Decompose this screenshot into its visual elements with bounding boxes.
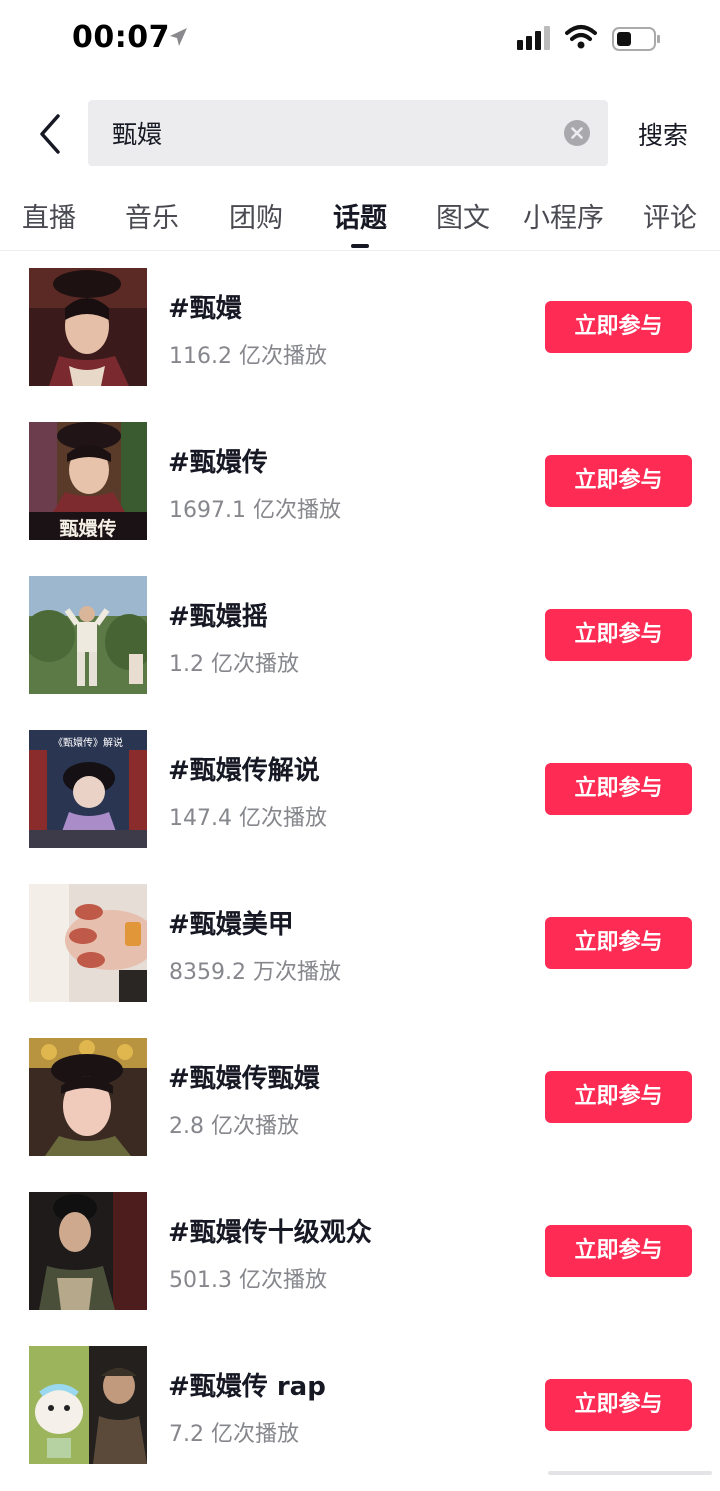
join-button[interactable]: 立即参与 [545,1071,692,1123]
category-tabs: 直播 音乐 团购 话题 图文 小程序 评论 [0,192,720,251]
topic-row[interactable]: #甄嬛 116.2 亿次播放 立即参与 [0,268,720,388]
topic-name: #甄嬛传解说 [168,756,320,786]
search-input[interactable]: 甄嬛 [88,100,608,166]
tab-mini-program[interactable]: 小程序 [523,196,604,235]
topic-name: #甄嬛传 [168,448,268,478]
battery-icon [612,27,660,51]
join-button[interactable]: 立即参与 [545,917,692,969]
topic-thumbnail [29,268,147,386]
topic-row[interactable]: 甄嬛传 #甄嬛传 1697.1 亿次播放 立即参与 [0,422,720,542]
topic-play-count: 501.3 亿次播放 [169,1268,327,1293]
topic-thumbnail: 甄嬛传 [29,422,147,540]
topic-play-count: 1.2 亿次播放 [169,652,299,677]
topic-thumbnail [29,1038,147,1156]
topic-name: #甄嬛传十级观众 [168,1218,372,1248]
topic-row[interactable]: #甄嬛传甄嬛 2.8 亿次播放 立即参与 [0,1038,720,1158]
topic-thumbnail [29,1192,147,1310]
topic-thumbnail [29,1346,147,1464]
topic-play-count: 116.2 亿次播放 [169,344,327,369]
topic-name: #甄嬛传甄嬛 [168,1064,320,1094]
active-tab-indicator [351,244,369,248]
thumbnail-caption: 《甄嬛传》解说 [53,738,123,749]
topic-row[interactable]: #甄嬛摇 1.2 亿次播放 立即参与 [0,576,720,696]
search-button[interactable]: 搜索 [638,116,688,152]
topic-row[interactable]: #甄嬛传十级观众 501.3 亿次播放 立即参与 [0,1192,720,1312]
topic-thumbnail [29,884,147,1002]
tab-live[interactable]: 直播 [22,196,76,235]
join-button[interactable]: 立即参与 [545,1225,692,1277]
search-query: 甄嬛 [112,120,163,149]
topic-name: #甄嬛传 rap [168,1372,326,1402]
topic-thumbnail: 《甄嬛传》解说 [29,730,147,848]
location-arrow-icon [170,28,187,46]
topic-play-count: 8359.2 万次播放 [169,960,341,985]
topic-name: #甄嬛美甲 [168,910,294,940]
status-time: 00:07 [72,20,170,55]
topic-name: #甄嬛 [168,294,242,324]
join-button[interactable]: 立即参与 [545,763,692,815]
tab-comments[interactable]: 评论 [643,196,697,235]
topic-name: #甄嬛摇 [168,602,268,632]
join-button[interactable]: 立即参与 [545,455,692,507]
join-button[interactable]: 立即参与 [545,1379,692,1431]
join-button[interactable]: 立即参与 [545,301,692,353]
topic-thumbnail [29,576,147,694]
join-button[interactable]: 立即参与 [545,609,692,661]
tab-topics[interactable]: 话题 [333,196,387,235]
scroll-indicator [548,1471,712,1475]
tab-group-buy[interactable]: 团购 [229,196,283,235]
thumbnail-caption: 甄嬛传 [59,518,117,540]
back-arrow-icon [40,114,60,154]
topic-row[interactable]: #甄嬛传 rap 7.2 亿次播放 立即参与 [0,1346,720,1466]
signal-icon [517,26,550,50]
clear-icon[interactable] [564,120,590,146]
topic-play-count: 7.2 亿次播放 [169,1422,299,1447]
topic-play-count: 1697.1 亿次播放 [169,498,341,523]
topic-play-count: 2.8 亿次播放 [169,1114,299,1139]
back-button[interactable] [28,110,72,158]
topic-row[interactable]: 《甄嬛传》解说 #甄嬛传解说 147.4 亿次播放 立即参与 [0,730,720,850]
wifi-icon [565,25,597,49]
tab-music[interactable]: 音乐 [125,196,179,235]
topic-play-count: 147.4 亿次播放 [169,806,327,831]
status-bar: 00:07 [0,0,720,80]
tab-image-text[interactable]: 图文 [436,196,490,235]
topic-row[interactable]: #甄嬛美甲 8359.2 万次播放 立即参与 [0,884,720,1004]
